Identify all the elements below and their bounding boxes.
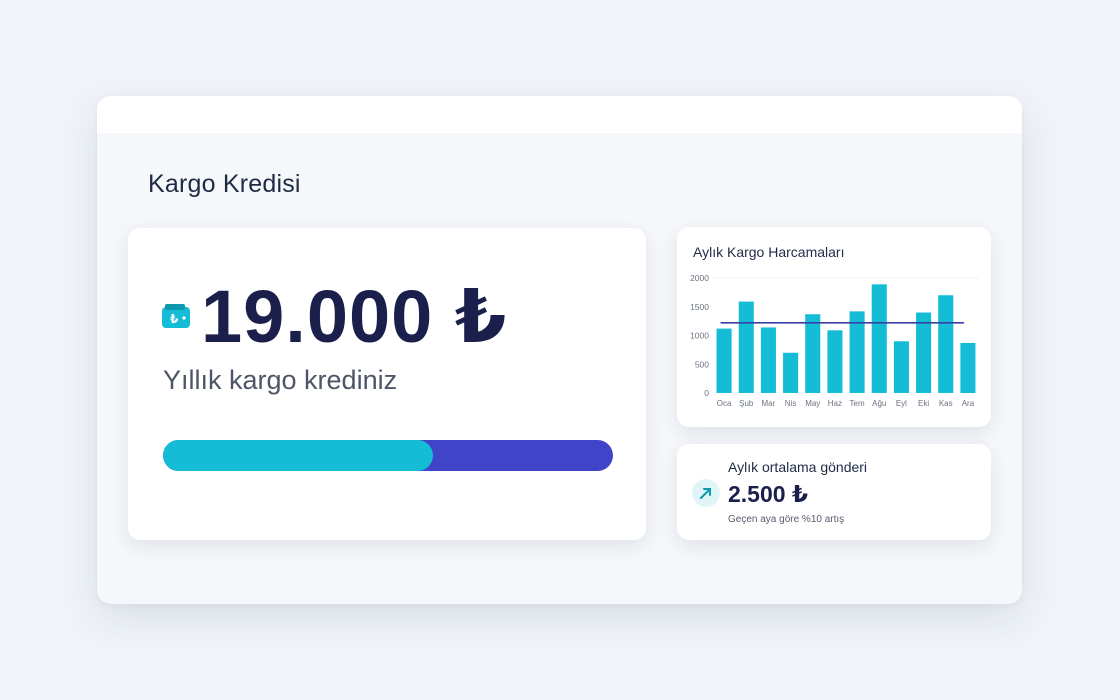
page-title: Kargo Kredisi [148,170,301,198]
x-tick-label: Şub [739,399,754,408]
stat-value: 2.500 ₺ [728,481,808,507]
chart-bar-May [805,314,821,393]
trend-up-arrow-icon [692,479,720,507]
chart-bar-Oca [716,328,732,393]
x-tick-label: May [805,399,820,408]
chart-bar-Kas [938,295,954,393]
chart-bar-Nis [783,352,799,393]
x-tick-label: Mar [762,399,776,408]
chart-bar-Ağu [871,284,887,393]
x-tick-label: Tem [850,399,865,408]
credit-subtitle: Yıllık kargo krediniz [163,365,398,395]
credit-progress-fill [163,440,433,471]
y-tick-label: 2000 [690,273,709,283]
stat-label: Aylık ortalama gönderi [728,459,868,475]
panel-top-bar [97,96,1022,133]
credit-progress-bar [163,440,613,471]
monthly-average-card: Aylık ortalama gönderi 2.500 ₺ Geçen aya… [677,444,991,540]
x-tick-label: Kas [939,399,953,408]
x-tick-label: Eki [918,399,929,408]
credit-amount: 19.000 ₺ [201,275,508,358]
x-tick-label: Haz [828,399,842,408]
y-tick-label: 1500 [690,302,709,312]
kargo-kredisi-panel: Kargo Kredisi ₺ 19.000 ₺ Yıllık kargo kr… [97,96,1022,604]
x-tick-label: Nis [785,399,797,408]
chart-bar-Mar [760,327,776,393]
y-tick-label: 0 [704,388,709,398]
wallet-lira-icon: ₺ [162,304,190,328]
chart-bar-Eki [916,312,932,393]
svg-text:₺: ₺ [170,312,179,326]
x-tick-label: Oca [717,399,732,408]
stat-note: Geçen aya göre %10 artış [728,514,845,525]
chart-bar-Ara [960,342,976,393]
monthly-shipping-chart: 0 500 1000 1500 2000 Oca Şub Mar Nis May Haz Tem Ağu… [690,273,979,408]
x-tick-label: Eyl [896,399,907,408]
x-tick-label: Ara [962,399,975,408]
chart-bar-Haz [827,330,843,393]
credit-card: ₺ 19.000 ₺ Yıllık kargo krediniz [128,228,646,540]
chart-bar-Şub [738,301,754,393]
monthly-shipping-chart-card: Aylık Kargo Harcamaları 0 500 1000 1500 2000… [677,227,991,427]
chart-bar-Eyl [893,341,909,393]
y-tick-label: 500 [695,359,709,369]
x-tick-label: Ağu [872,399,886,408]
y-tick-label: 1000 [690,331,709,341]
